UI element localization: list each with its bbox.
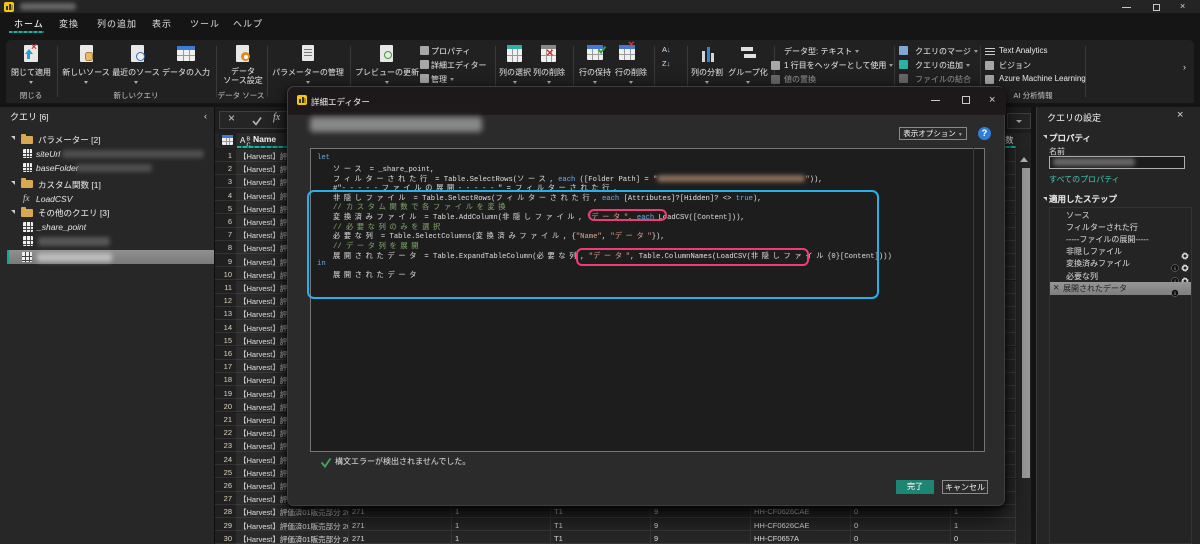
- svg-text:A: A: [240, 136, 246, 145]
